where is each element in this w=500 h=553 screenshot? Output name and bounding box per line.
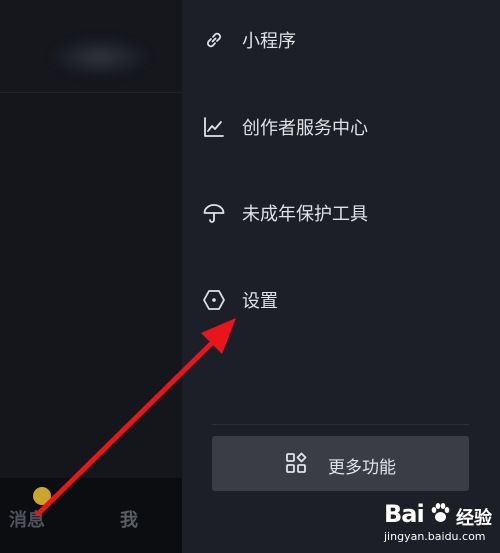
umbrella-icon	[202, 201, 226, 225]
paw-icon	[431, 503, 450, 522]
notification-badge	[33, 487, 51, 505]
menu-item-minor-protection[interactable]: 未成年保护工具	[182, 188, 500, 238]
settings-hexagon-icon	[202, 288, 226, 312]
baidu-jingyan-watermark: Bai 经验 jingyan.baidu.com	[384, 500, 496, 548]
menu-item-label: 设置	[242, 291, 278, 312]
link-icon	[202, 28, 226, 52]
profile-header-area	[0, 0, 182, 93]
divider	[212, 424, 469, 425]
tab-me[interactable]: 我	[120, 506, 138, 532]
watermark-brand: Bai	[384, 500, 425, 528]
tab-messages[interactable]: 消息	[9, 506, 45, 532]
menu-item-label: 未成年保护工具	[242, 204, 368, 225]
menu-item-creator-center[interactable]: 创作者服务中心	[182, 102, 500, 152]
grid-apps-icon	[284, 451, 308, 475]
blurred-username	[52, 38, 148, 76]
menu-item-label: 创作者服务中心	[242, 118, 368, 139]
background-page	[0, 0, 182, 553]
watermark-url: jingyan.baidu.com	[384, 530, 486, 543]
chart-line-icon	[202, 115, 226, 139]
menu-item-mini-programs[interactable]: 小程序	[182, 15, 500, 65]
watermark-brand-cn: 经验	[456, 508, 492, 529]
more-features-label: 更多功能	[328, 458, 396, 478]
menu-item-settings[interactable]: 设置	[182, 275, 500, 325]
more-features-button[interactable]: 更多功能	[212, 436, 469, 491]
menu-item-label: 小程序	[242, 31, 296, 52]
